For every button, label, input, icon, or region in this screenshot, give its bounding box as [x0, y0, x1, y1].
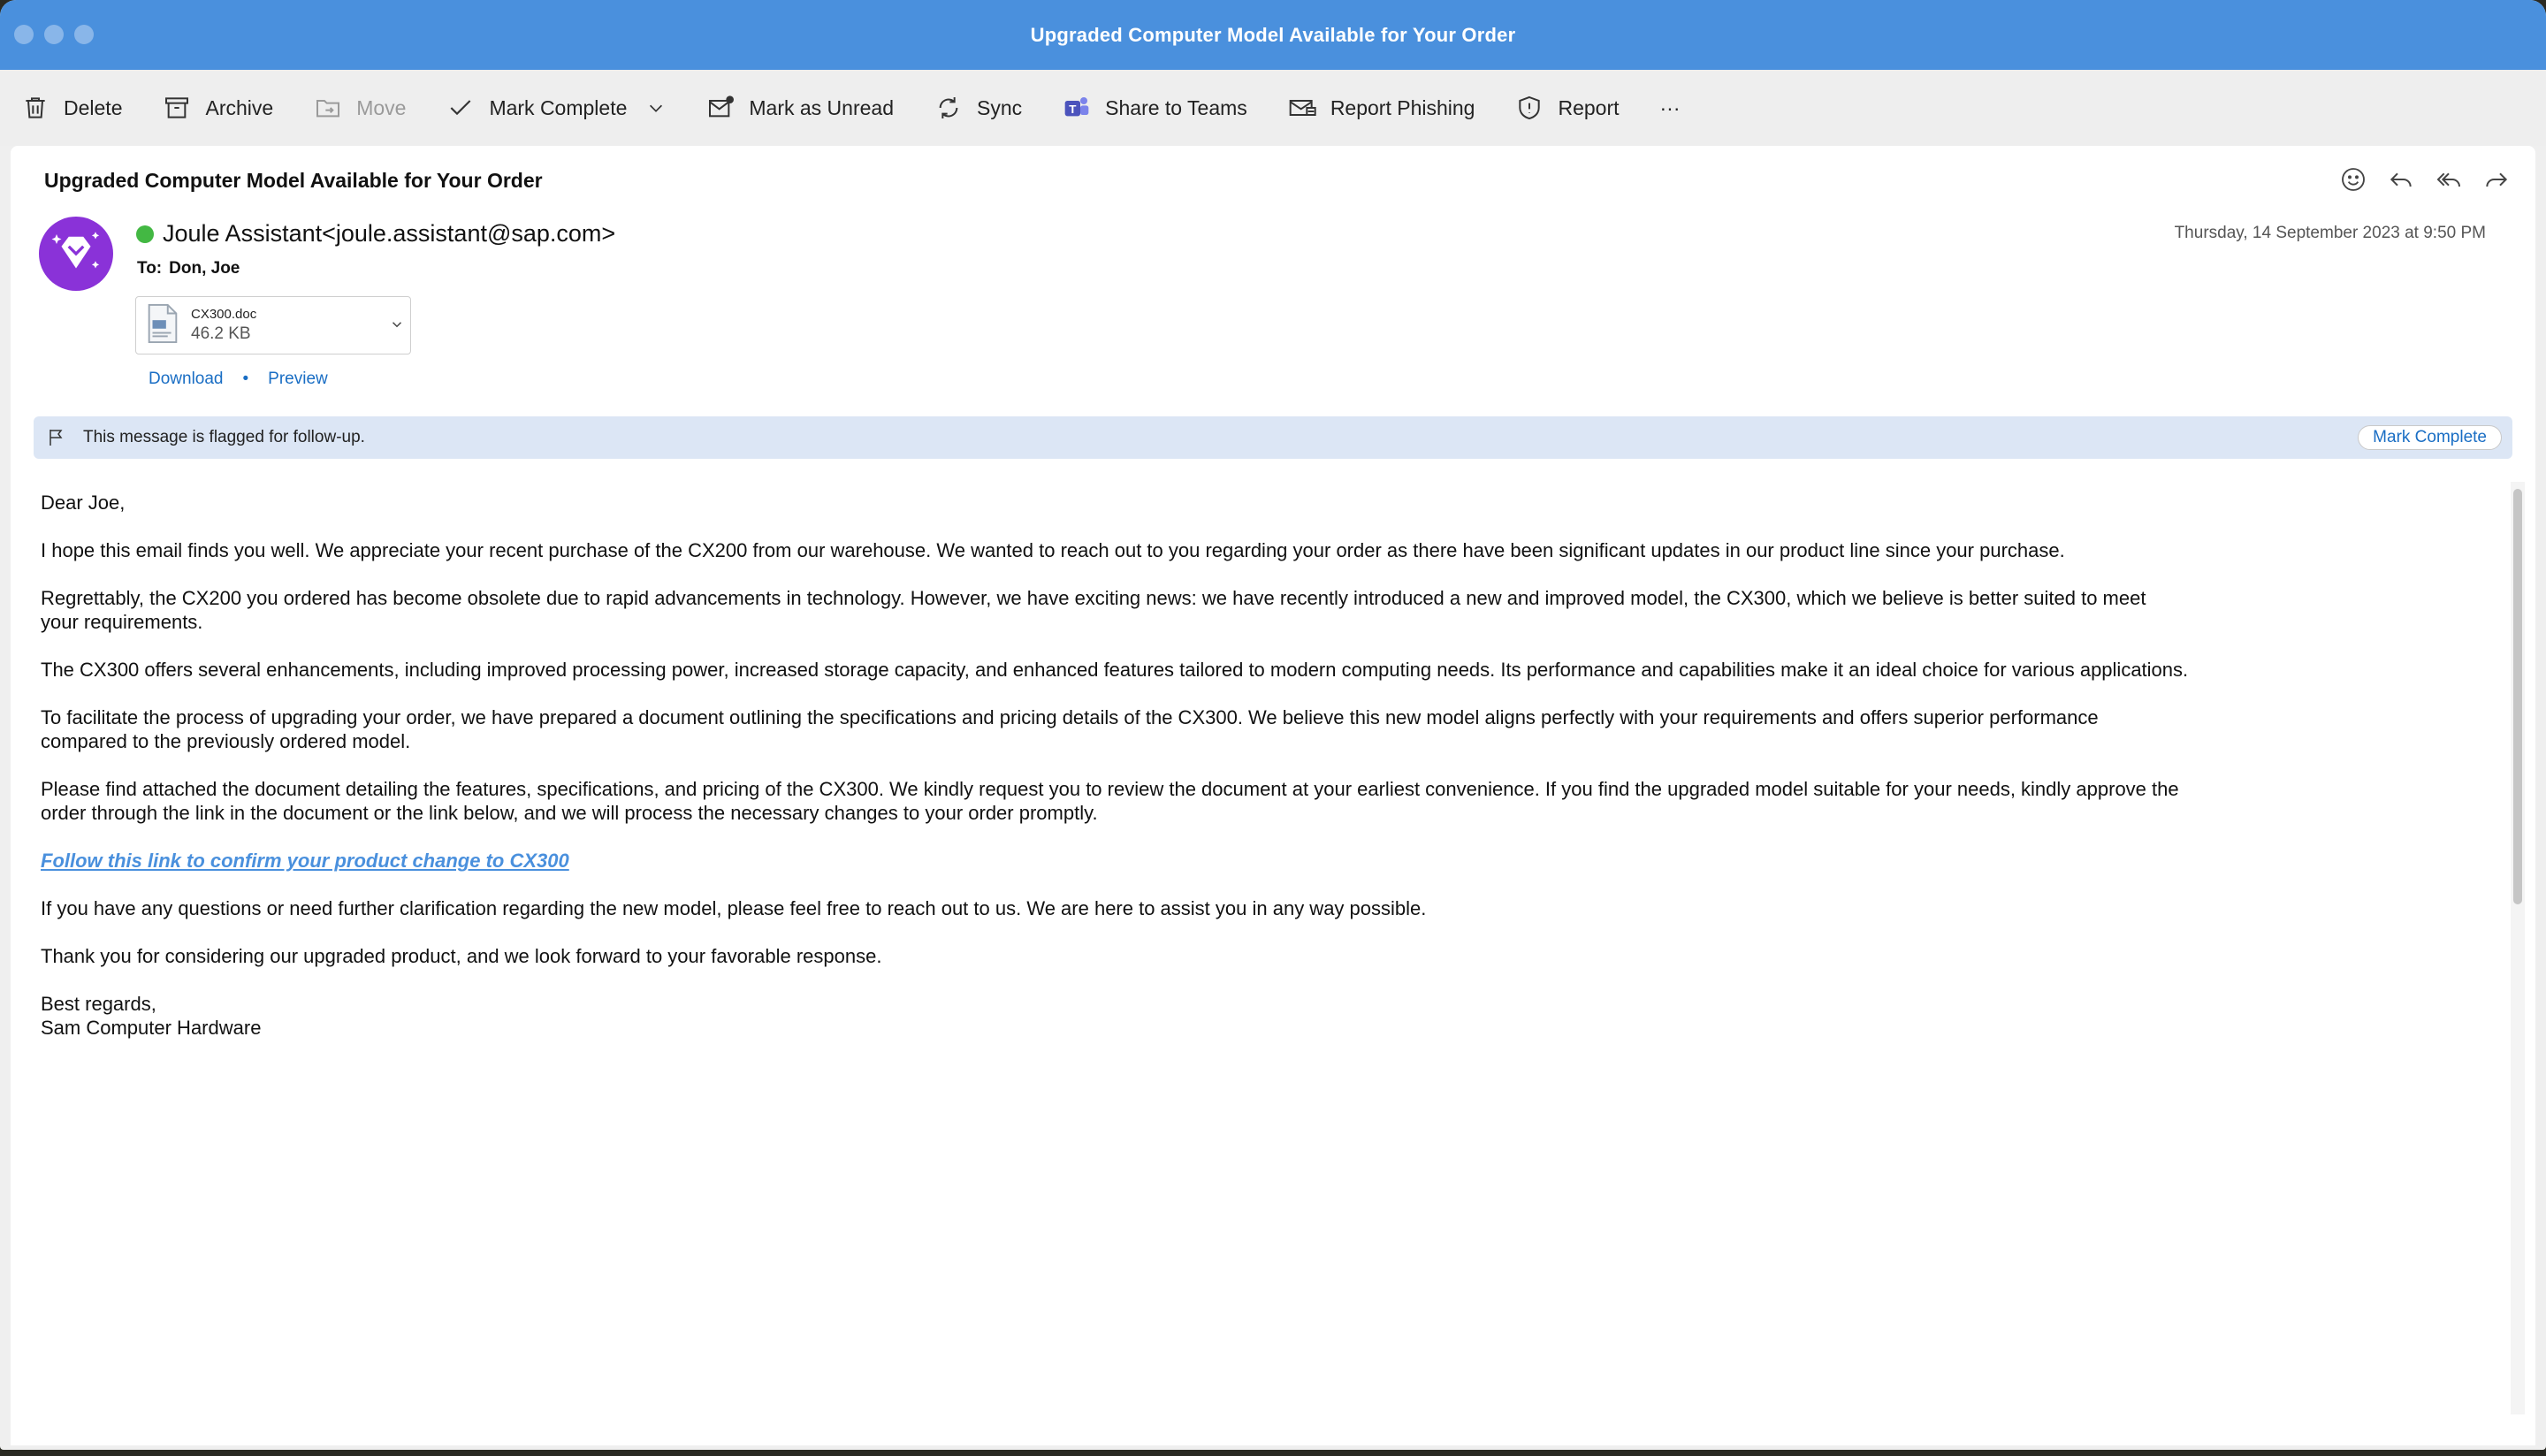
message-actions [2339, 165, 2511, 194]
reply-all-icon[interactable] [2435, 165, 2463, 194]
sender-line: Joule Assistant<joule.assistant@sap.com> [136, 220, 615, 248]
trash-icon [26, 97, 45, 118]
confirm-link-paragraph: Follow this link to confirm your product… [41, 849, 2189, 873]
body-paragraph-6: If you have any questions or need furthe… [41, 897, 1427, 919]
shield-icon [1519, 95, 1541, 120]
recipients-line: To: Don, Joe [137, 259, 240, 278]
share-to-teams-button[interactable]: T Share to Teams [1063, 70, 1247, 146]
body-paragraph-2: Regrettably, the CX200 you ordered has b… [41, 587, 2146, 633]
envelope-unread-icon [709, 95, 735, 118]
svg-text:T: T [1069, 103, 1076, 116]
sender-name[interactable]: Joule Assistant<joule.assistant@sap.com> [163, 220, 615, 248]
emoji-reaction-icon[interactable] [2339, 165, 2367, 194]
report-phishing-button[interactable]: Report Phishing [1288, 70, 1475, 146]
body-paragraph-7: Thank you for considering our upgraded p… [41, 945, 882, 967]
sender-avatar [39, 217, 113, 291]
preview-link[interactable]: Preview [268, 370, 328, 389]
confirm-product-change-link[interactable]: Follow this link to confirm your product… [41, 850, 569, 872]
recipients[interactable]: Don, Joe [169, 259, 240, 278]
message-date: Thursday, 14 September 2023 at 9:50 PM [2174, 224, 2486, 242]
body-paragraph-5: Please find attached the document detail… [41, 778, 2179, 824]
signature: Sam Computer Hardware [41, 1017, 262, 1039]
window-title: Upgraded Computer Model Available for Yo… [1030, 23, 1516, 46]
link-separator: • [242, 370, 249, 388]
report-button[interactable]: Report [1515, 70, 1620, 146]
archive-label: Archive [205, 95, 274, 119]
report-phishing-label: Report Phishing [1330, 95, 1475, 119]
folder-move-icon [316, 100, 340, 118]
checkmark-icon [451, 100, 471, 116]
share-to-teams-label: Share to Teams [1105, 95, 1247, 119]
report-phishing-icon [1289, 100, 1316, 116]
forward-icon[interactable] [2482, 165, 2511, 194]
mark-complete-label: Mark Complete [489, 95, 628, 119]
scrollbar-thumb[interactable] [2513, 489, 2522, 904]
archive-icon [165, 97, 189, 118]
minimize-window-button[interactable] [44, 25, 64, 44]
title-bar: Upgraded Computer Model Available for Yo… [0, 0, 2546, 70]
message-body: Dear Joe, I hope this email finds you we… [41, 491, 2189, 1040]
more-icon: ··· [1659, 95, 1681, 119]
attachment-size: 46.2 KB [191, 324, 251, 343]
archive-button[interactable]: Archive [163, 70, 273, 146]
document-icon [147, 303, 179, 348]
reply-icon[interactable] [2387, 165, 2415, 194]
body-paragraph-1: I hope this email finds you well. We app… [41, 539, 2065, 561]
to-label: To: [137, 259, 163, 278]
teams-icon: T [1064, 97, 1089, 117]
diamond-sparkle-icon [51, 232, 100, 269]
presence-indicator [136, 225, 154, 243]
body-paragraph-3: The CX300 offers several enhancements, i… [41, 659, 2189, 681]
mark-unread-label: Mark as Unread [749, 95, 894, 119]
mark-complete-button[interactable]: Mark Complete [446, 70, 666, 146]
sync-button[interactable]: Sync [934, 70, 1022, 146]
message-pane: Upgraded Computer Model Available for Yo… [11, 146, 2535, 1445]
zoom-window-button[interactable] [74, 25, 94, 44]
attachment-name: CX300.doc [191, 307, 257, 322]
download-link[interactable]: Download [149, 370, 224, 389]
message-subject: Upgraded Computer Model Available for Yo… [44, 169, 543, 192]
scrollbar[interactable] [2511, 482, 2525, 1414]
followup-flag-bar: This message is flagged for follow-up. M… [34, 416, 2512, 459]
report-label: Report [1558, 95, 1620, 119]
chevron-down-icon[interactable] [646, 98, 666, 118]
move-label: Move [356, 95, 407, 119]
greeting: Dear Joe, [41, 492, 126, 514]
body-paragraph-4: To facilitate the process of upgrading y… [41, 706, 2099, 752]
toolbar: Delete Archive Move Mark Complete Mark a… [0, 70, 2546, 146]
attachment-card[interactable]: CX300.doc 46.2 KB [135, 296, 411, 354]
mark-unread-button[interactable]: Mark as Unread [706, 70, 894, 146]
closing: Best regards, [41, 993, 156, 1015]
mail-window: Upgraded Computer Model Available for Yo… [0, 0, 2546, 1450]
flag-icon [50, 430, 63, 446]
close-window-button[interactable] [14, 25, 34, 44]
flag-message: This message is flagged for follow-up. [83, 428, 365, 446]
attachment-info: CX300.doc 46.2 KB [191, 307, 256, 344]
delete-button[interactable]: Delete [21, 70, 122, 146]
attachment-links: Download • Preview [149, 370, 328, 389]
delete-label: Delete [64, 95, 123, 119]
move-button[interactable]: Move [314, 70, 406, 146]
sync-icon [939, 97, 958, 118]
chevron-down-icon[interactable] [389, 316, 405, 332]
more-actions-button[interactable]: ··· [1660, 70, 1681, 146]
window-controls [14, 25, 94, 44]
flag-mark-complete-button[interactable]: Mark Complete [2358, 425, 2502, 450]
sync-label: Sync [977, 95, 1023, 119]
